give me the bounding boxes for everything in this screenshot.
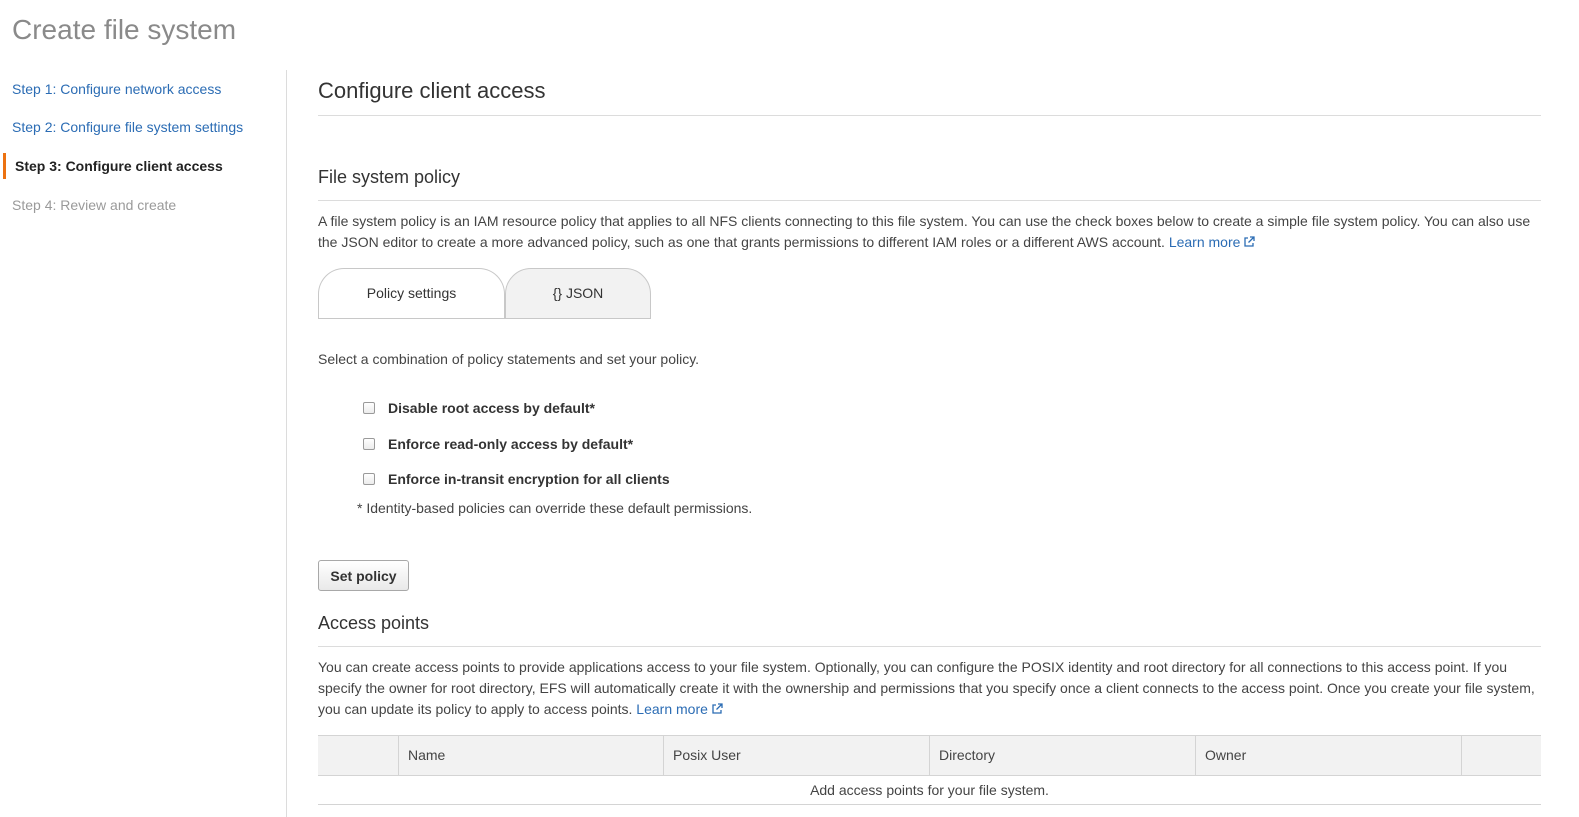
column-header-select [318,736,398,775]
access-points-table: Name Posix User Directory Owner Add acce… [318,735,1541,805]
tab-json[interactable]: {} JSON [505,268,651,319]
external-link-icon [712,703,723,714]
option-enforce-encryption: Enforce in-transit encryption for all cl… [363,469,670,489]
step-configure-file-system-settings[interactable]: Step 2: Configure file system settings [0,114,243,140]
divider [318,646,1541,647]
divider [318,115,1541,116]
page-title: Create file system [12,14,237,45]
enforce-read-only-checkbox[interactable] [363,438,375,450]
disable-root-access-checkbox[interactable] [363,402,375,414]
option-enforce-read-only: Enforce read-only access by default* [363,434,633,454]
access-points-description: You can create access points to provide … [318,657,1541,720]
column-header-directory[interactable]: Directory [929,736,1195,775]
section-title-file-system-policy: File system policy [318,167,461,187]
section-title-access-points: Access points [318,613,430,633]
enforce-encryption-label: Enforce in-transit encryption for all cl… [388,471,670,487]
divider [318,200,1541,201]
option-disable-root-access: Disable root access by default* [363,398,595,418]
table-header: Name Posix User Directory Owner [318,735,1541,776]
file-system-policy-description: A file system policy is an IAM resource … [318,211,1541,253]
tab-policy-settings[interactable]: Policy settings [318,268,505,319]
column-header-posix-user[interactable]: Posix User [663,736,929,775]
tab-underline [318,318,505,319]
section-title-configure-client-access: Configure client access [318,78,546,103]
policy-description-text: A file system policy is an IAM resource … [318,213,1531,250]
enforce-read-only-label: Enforce read-only access by default* [388,436,634,452]
policy-note: * Identity-based policies can override t… [357,500,753,516]
column-header-owner[interactable]: Owner [1195,736,1461,775]
access-points-learn-more-link[interactable]: Learn more [636,701,723,717]
external-link-icon [1244,236,1256,247]
table-empty-message: Add access points for your file system. [318,776,1541,805]
policy-instructions: Select a combination of policy statement… [318,351,700,367]
disable-root-access-label: Disable root access by default* [388,400,595,416]
enforce-encryption-checkbox[interactable] [363,473,375,485]
set-policy-button[interactable]: Set policy [318,560,409,591]
step-review-and-create: Step 4: Review and create [12,197,177,213]
step-configure-network-access[interactable]: Step 1: Configure network access [0,76,221,102]
wizard-steps-sidebar: Step 1: Configure network access Step 2:… [0,70,287,817]
column-header-name[interactable]: Name [398,736,663,775]
column-header-actions [1461,736,1541,775]
access-points-description-text: You can create access points to provide … [318,659,1535,717]
policy-learn-more-link[interactable]: Learn more [1169,234,1256,250]
step-configure-client-access: Step 3: Configure client access [3,153,223,179]
